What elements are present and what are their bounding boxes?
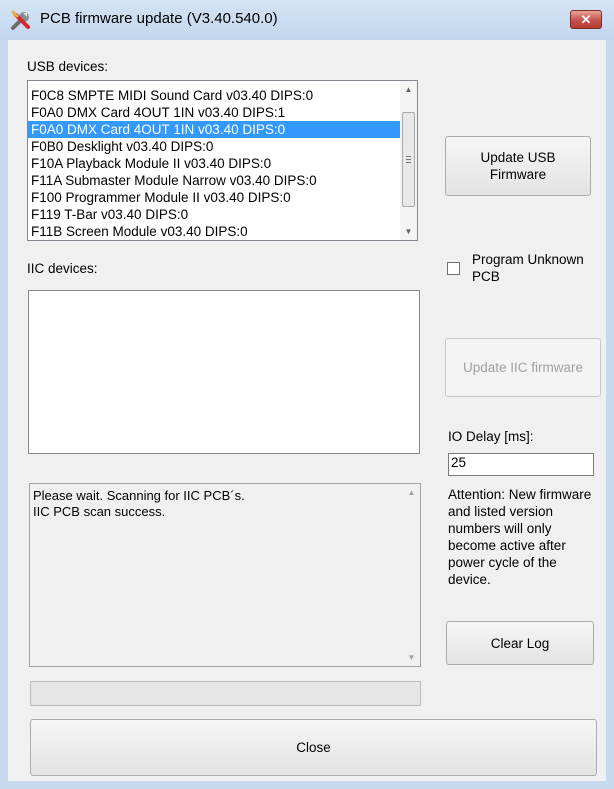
io-delay-label: IO Delay [ms]:	[448, 429, 534, 444]
wrench-screwdriver-icon	[11, 10, 30, 30]
usb-device-item[interactable]: F11A Submaster Module Narrow v03.40 DIPS…	[28, 172, 417, 189]
log-scroll-up-arrow-icon[interactable]: ▲	[403, 484, 420, 501]
program-unknown-pcb-label: Program Unknown PCB	[472, 252, 584, 284]
firmware-update-window: PCB firmware update (V3.40.540.0) ✕ USB …	[0, 0, 614, 789]
usb-devices-list[interactable]: F0C8 SMPTE MIDI Sound Card v03.40 DIPS:0…	[27, 80, 418, 241]
scroll-down-arrow-icon[interactable]: ▼	[400, 223, 417, 240]
progress-bar	[30, 681, 421, 706]
usb-device-item[interactable]: F11B Screen Module v03.40 DIPS:0	[28, 223, 417, 240]
iic-devices-label: IIC devices:	[27, 261, 98, 276]
close-window-button[interactable]: ✕	[570, 10, 602, 29]
close-button[interactable]: Close	[30, 719, 597, 776]
usb-device-item[interactable]: F119 T-Bar v03.40 DIPS:0	[28, 206, 417, 223]
log-line: Please wait. Scanning for IIC PCB´s.	[33, 488, 245, 503]
usb-device-item[interactable]: F10A Playback Module II v03.40 DIPS:0	[28, 155, 417, 172]
clear-log-button[interactable]: Clear Log	[446, 621, 594, 665]
usb-device-item[interactable]: F100 Programmer Module II v03.40 DIPS:0	[28, 189, 417, 206]
update-iic-firmware-button[interactable]: Update IIC firmware	[445, 338, 601, 397]
log-output[interactable]: Please wait. Scanning for IIC PCB´s. IIC …	[29, 483, 421, 667]
update-usb-firmware-button[interactable]: Update USB Firmware	[445, 136, 591, 196]
usb-list-scrollbar[interactable]: ▲ ▼	[400, 81, 417, 240]
dialog-body: USB devices: F0C8 SMPTE MIDI Sound Card …	[8, 40, 606, 781]
title-bar[interactable]: PCB firmware update (V3.40.540.0) ✕	[0, 0, 614, 40]
usb-device-item[interactable]: F0A0 DMX Card 4OUT 1IN v03.40 DIPS:0	[28, 121, 417, 138]
close-icon: ✕	[580, 12, 592, 27]
scroll-thumb[interactable]	[402, 112, 415, 207]
attention-note: Attention: New firmware and listed versi…	[448, 487, 592, 587]
usb-device-item[interactable]: F0A0 DMX Card 4OUT 1IN v03.40 DIPS:1	[28, 104, 417, 121]
program-unknown-pcb-checkbox[interactable]	[447, 262, 460, 275]
log-scroll-down-arrow-icon[interactable]: ▼	[403, 649, 420, 666]
usb-device-item[interactable]: F0C8 SMPTE MIDI Sound Card v03.40 DIPS:0	[28, 87, 417, 104]
io-delay-input[interactable]: 25	[448, 453, 594, 476]
scroll-up-arrow-icon[interactable]: ▲	[400, 81, 417, 98]
usb-device-item[interactable]: F0B0 Desklight v03.40 DIPS:0	[28, 138, 417, 155]
usb-devices-label: USB devices:	[27, 59, 109, 74]
iic-devices-list[interactable]	[28, 290, 420, 454]
log-line: IIC PCB scan success.	[33, 504, 166, 519]
log-scrollbar[interactable]: ▲ ▼	[403, 484, 420, 666]
window-title: PCB firmware update (V3.40.540.0)	[40, 10, 278, 27]
